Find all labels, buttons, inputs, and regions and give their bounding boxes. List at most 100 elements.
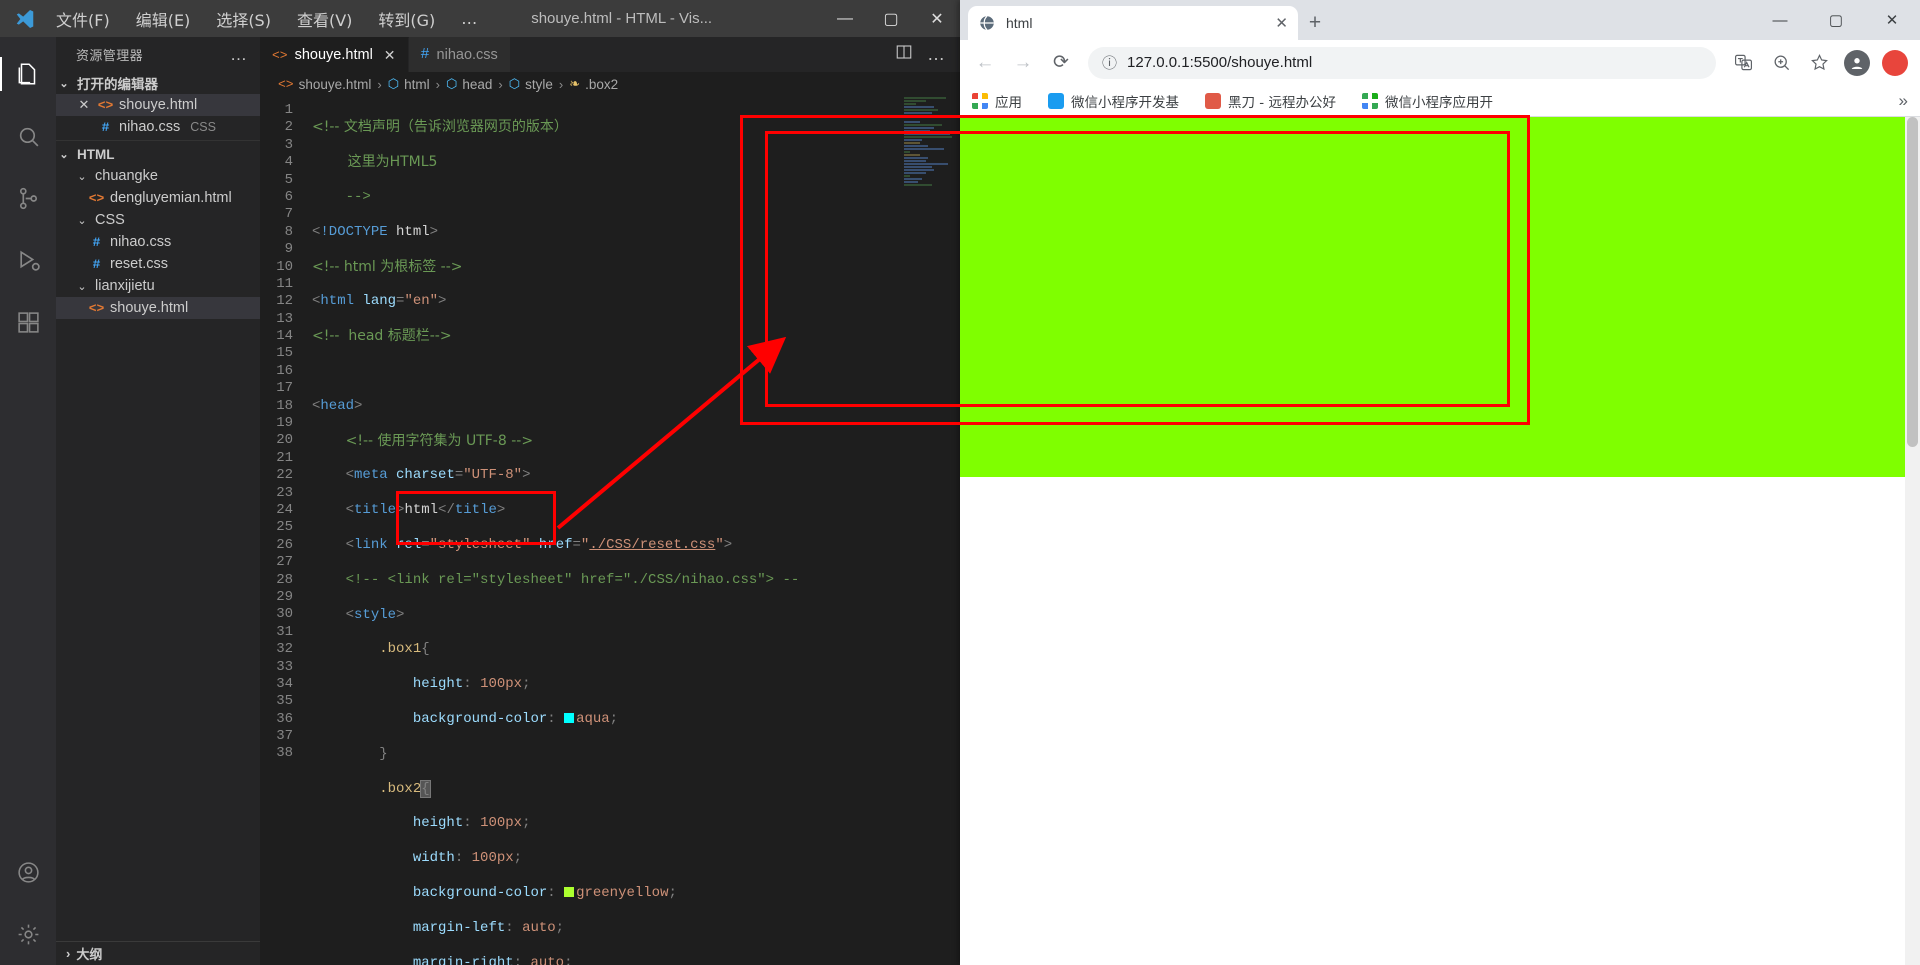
line-number: 33 [276,658,293,675]
breadcrumb-file[interactable]: <> shouye.html [278,77,371,92]
editor-more-icon[interactable]: … [927,44,946,65]
tab-close-icon[interactable]: ✕ [384,47,396,64]
activity-extensions-icon[interactable] [0,291,56,353]
tree-item-lianxijietu[interactable]: ⌄ lianxijietu [56,275,260,297]
chevron-right-icon: › [66,946,71,961]
extension-badge[interactable] [1882,49,1908,76]
activity-settings-icon[interactable] [0,903,56,965]
bookmark-wechat-miniapp[interactable]: 微信小程序应用开 [1361,91,1493,111]
line-number: 13 [276,310,293,327]
code-line-6: <html lang="en"> [312,293,447,310]
html-icon: <> [88,190,105,206]
activity-run-debug-icon[interactable] [0,229,56,291]
tab-nihao-css[interactable]: # nihao.css [408,37,511,72]
avatar[interactable] [1844,49,1870,76]
code-line-24: margin-left: auto; [412,919,565,936]
breadcrumb-html[interactable]: ⬡ html [388,76,430,92]
close-icon[interactable]: ✕ [76,97,92,113]
breadcrumb-label: head [462,76,493,92]
activity-account-icon[interactable] [0,841,56,903]
menu-selection[interactable]: 选择(S) [212,5,275,33]
chrome-toolbar: ← → ⟳ ⓘ 127.0.0.1:5500/shouye.html [960,40,1920,85]
chrome-close-button[interactable]: ✕ [1864,0,1920,40]
page-scrollbar[interactable] [1905,117,1920,965]
tree-item-label: nihao.css [110,234,172,250]
open-editors-label: 打开的编辑器 [77,77,158,93]
line-number: 5 [284,171,293,188]
open-editor-label: nihao.css [119,119,181,135]
menu-edit[interactable]: 编辑(E) [132,5,195,33]
zoom-icon[interactable] [1764,46,1798,80]
chrome-maximize-button[interactable]: ▢ [1808,0,1864,40]
tab-shouye-html[interactable]: <> shouye.html ✕ [260,37,409,72]
code-text[interactable]: <!-- 文档声明（告诉浏览器网页的版本） 这里为HTML5 --> <!DOC… [302,96,960,965]
star-icon[interactable] [1802,46,1836,80]
chrome-minimize-button[interactable]: — [1752,0,1808,40]
vscode-close-button[interactable]: ✕ [914,0,960,37]
activity-source-control-icon[interactable] [0,167,56,229]
scrollbar-thumb[interactable] [1907,117,1918,447]
open-editors-section[interactable]: ⌄ 打开的编辑器 [56,72,260,94]
outline-section[interactable]: › 大纲 [56,941,260,965]
vscode-menubar[interactable]: 文件(F) 编辑(E) 选择(S) 查看(V) 转到(G) … [52,5,481,33]
open-editor-item-nihao[interactable]: # nihao.css CSS [56,116,260,138]
line-number: 1 [284,102,293,118]
breadcrumb-label: style [525,76,553,92]
split-editor-icon[interactable] [895,43,913,66]
breadcrumb-box2[interactable]: ❧ .box2 [569,76,618,92]
line-number: 12 [276,293,293,310]
tree-item-chuangke[interactable]: ⌄ chuangke [56,165,260,187]
tree-item-dengluyemian[interactable]: <> dengluyemian.html [56,187,260,209]
tab-label: shouye.html [294,47,373,63]
vscode-minimize-button[interactable]: — [822,0,868,37]
forward-button[interactable]: → [1006,46,1040,80]
bookmarks-overflow-icon[interactable]: » [1899,91,1908,111]
tree-item-reset-css[interactable]: # reset.css [56,253,260,275]
bookmark-heidao[interactable]: 黑刀 - 远程办公好 [1205,91,1336,111]
vscode-window-controls[interactable]: — ▢ ✕ [822,0,960,37]
extension-icon[interactable] [1878,46,1912,80]
translate-icon[interactable] [1726,46,1760,80]
open-editor-desc: CSS [190,120,216,134]
browser-tab-html[interactable]: html ✕ [968,6,1298,40]
new-tab-button[interactable]: + [1298,6,1332,40]
heidao-icon [1205,92,1221,109]
code-line-23: background-color: greenyellow; [412,884,677,901]
profile-icon[interactable] [1840,46,1874,80]
breadcrumb-head[interactable]: ⬡ head [446,76,492,92]
breadcrumb-separator: › [558,76,564,92]
chrome-window-controls[interactable]: — ▢ ✕ [1752,0,1920,40]
reload-button[interactable]: ⟳ [1044,46,1078,80]
html-icon: <> [272,47,288,63]
line-number: 21 [276,449,293,466]
apps-icon [972,92,988,109]
bookmark-wechat-devtool[interactable]: 微信小程序开发基 [1048,91,1179,111]
breadcrumb-style[interactable]: ⬡ style [509,76,553,92]
tab-close-icon[interactable]: ✕ [1275,14,1288,32]
info-icon[interactable]: ⓘ [1102,52,1117,73]
folder-root-label: HTML [77,146,115,162]
folder-root-html[interactable]: ⌄ HTML [56,143,260,165]
back-button[interactable]: ← [968,46,1002,80]
activity-search-icon[interactable] [0,105,56,167]
menu-file[interactable]: 文件(F) [52,5,114,33]
activity-explorer-icon[interactable] [0,43,56,105]
css-icon: # [92,256,101,272]
color-swatch-aqua [564,712,575,723]
code-editor[interactable]: 1 2 3 4 5 6 7 8 9 10 11 12 13 14 15 16 1… [260,96,960,965]
tree-item-shouye-html[interactable]: <> shouye.html [56,297,260,319]
line-number: 16 [276,362,293,379]
line-number: 29 [276,588,293,605]
vscode-maximize-button[interactable]: ▢ [868,0,914,37]
editor-minimap[interactable] [898,96,960,965]
bookmark-apps[interactable]: 应用 [972,91,1022,111]
menu-view[interactable]: 查看(V) [293,5,356,33]
tree-item-label: chuangke [95,168,158,184]
tree-item-nihao-css[interactable]: # nihao.css [56,231,260,253]
tree-item-css-folder[interactable]: ⌄ CSS [56,209,260,231]
explorer-more-icon[interactable]: … [230,45,248,65]
bookmark-label: 微信小程序开发基 [1071,94,1179,111]
address-bar[interactable]: ⓘ 127.0.0.1:5500/shouye.html [1088,46,1716,79]
code-line-21: height: 100px; [412,815,531,832]
open-editor-item-shouye[interactable]: ✕ <> shouye.html [56,94,260,116]
